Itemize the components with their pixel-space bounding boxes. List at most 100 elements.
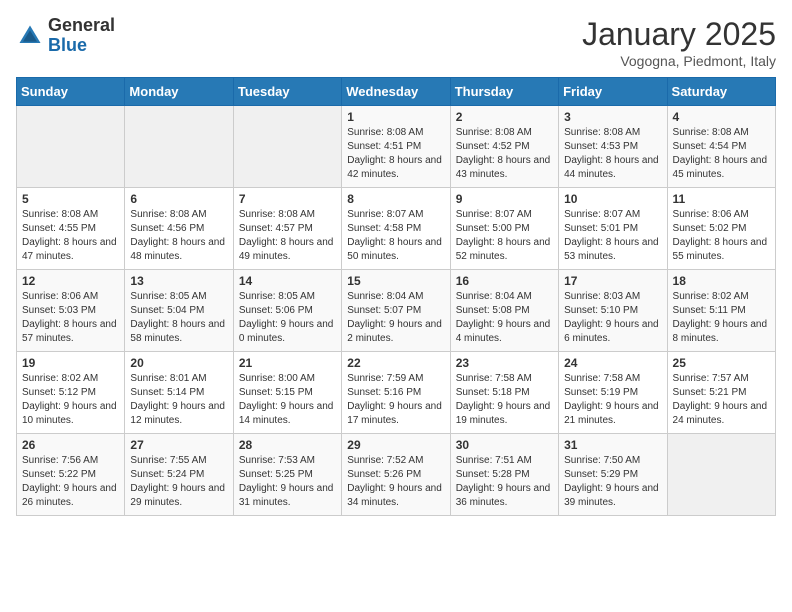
day-number: 9	[456, 192, 553, 206]
weekday-header: Wednesday	[342, 78, 450, 106]
day-info: Sunrise: 8:07 AM Sunset: 4:58 PM Dayligh…	[347, 208, 444, 264]
month-title: January 2025	[582, 16, 776, 53]
day-number: 1	[347, 110, 444, 124]
calendar-day-cell: 11 Sunrise: 8:06 AM Sunset: 5:02 PM Dayli…	[667, 188, 775, 270]
day-info: Sunrise: 8:08 AM Sunset: 4:55 PM Dayligh…	[22, 208, 119, 264]
day-info: Sunrise: 8:06 AM Sunset: 5:02 PM Dayligh…	[673, 208, 770, 264]
day-info: Sunrise: 8:08 AM Sunset: 4:52 PM Dayligh…	[456, 126, 553, 182]
day-info: Sunrise: 7:58 AM Sunset: 5:18 PM Dayligh…	[456, 372, 553, 428]
day-number: 30	[456, 438, 553, 452]
day-info: Sunrise: 8:08 AM Sunset: 4:57 PM Dayligh…	[239, 208, 336, 264]
day-info: Sunrise: 8:03 AM Sunset: 5:10 PM Dayligh…	[564, 290, 661, 346]
day-info: Sunrise: 8:06 AM Sunset: 5:03 PM Dayligh…	[22, 290, 119, 346]
calendar-week-row: 26 Sunrise: 7:56 AM Sunset: 5:22 PM Dayli…	[17, 434, 776, 516]
day-info: Sunrise: 8:04 AM Sunset: 5:07 PM Dayligh…	[347, 290, 444, 346]
calendar-day-cell: 28Sunrise: 7:53 AM Sunset: 5:25 PM Dayli…	[233, 434, 341, 516]
calendar-day-cell: 9 Sunrise: 8:07 AM Sunset: 5:00 PM Daylig…	[450, 188, 558, 270]
day-info: Sunrise: 8:02 AM Sunset: 5:12 PM Dayligh…	[22, 372, 119, 428]
calendar-day-cell: 19 Sunrise: 8:02 AM Sunset: 5:12 PM Dayli…	[17, 352, 125, 434]
day-number: 18	[673, 274, 770, 288]
day-info: Sunrise: 8:05 AM Sunset: 5:04 PM Dayligh…	[130, 290, 227, 346]
weekday-header: Sunday	[17, 78, 125, 106]
logo-text: General Blue	[48, 16, 115, 56]
location: Vogogna, Piedmont, Italy	[582, 53, 776, 69]
calendar-week-row: 19 Sunrise: 8:02 AM Sunset: 5:12 PM Dayli…	[17, 352, 776, 434]
calendar-day-cell: 31 Sunrise: 7:50 AM Sunset: 5:29 PM Dayli…	[559, 434, 667, 516]
calendar-week-row: 12Sunrise: 8:06 AM Sunset: 5:03 PM Dayli…	[17, 270, 776, 352]
day-number: 27	[130, 438, 227, 452]
calendar-day-cell: 25 Sunrise: 7:57 AM Sunset: 5:21 PM Dayli…	[667, 352, 775, 434]
day-number: 4	[673, 110, 770, 124]
page-header: General Blue January 2025 Vogogna, Piedm…	[16, 16, 776, 69]
calendar-day-cell	[125, 106, 233, 188]
calendar-day-cell	[17, 106, 125, 188]
day-number: 15	[347, 274, 444, 288]
day-info: Sunrise: 8:05 AM Sunset: 5:06 PM Dayligh…	[239, 290, 336, 346]
calendar-day-cell: 18 Sunrise: 8:02 AM Sunset: 5:11 PM Dayli…	[667, 270, 775, 352]
day-info: Sunrise: 7:57 AM Sunset: 5:21 PM Dayligh…	[673, 372, 770, 428]
day-info: Sunrise: 8:01 AM Sunset: 5:14 PM Dayligh…	[130, 372, 227, 428]
day-number: 17	[564, 274, 661, 288]
day-info: Sunrise: 7:50 AM Sunset: 5:29 PM Dayligh…	[564, 454, 661, 510]
title-block: January 2025 Vogogna, Piedmont, Italy	[582, 16, 776, 69]
calendar-day-cell: 30 Sunrise: 7:51 AM Sunset: 5:28 PM Dayli…	[450, 434, 558, 516]
calendar-day-cell: 27 Sunrise: 7:55 AM Sunset: 5:24 PM Dayli…	[125, 434, 233, 516]
weekday-header: Tuesday	[233, 78, 341, 106]
day-number: 29	[347, 438, 444, 452]
logo-general: General	[48, 15, 115, 35]
day-number: 5	[22, 192, 119, 206]
day-number: 28	[239, 438, 336, 452]
calendar-day-cell: 10Sunrise: 8:07 AM Sunset: 5:01 PM Dayli…	[559, 188, 667, 270]
day-info: Sunrise: 8:07 AM Sunset: 5:01 PM Dayligh…	[564, 208, 661, 264]
day-info: Sunrise: 8:08 AM Sunset: 4:51 PM Dayligh…	[347, 126, 444, 182]
day-number: 19	[22, 356, 119, 370]
calendar-day-cell: 26 Sunrise: 7:56 AM Sunset: 5:22 PM Dayli…	[17, 434, 125, 516]
day-info: Sunrise: 7:52 AM Sunset: 5:26 PM Dayligh…	[347, 454, 444, 510]
day-number: 2	[456, 110, 553, 124]
calendar-week-row: 1 Sunrise: 8:08 AM Sunset: 4:51 PM Daylig…	[17, 106, 776, 188]
weekday-header: Thursday	[450, 78, 558, 106]
day-number: 25	[673, 356, 770, 370]
calendar-table: SundayMondayTuesdayWednesdayThursdayFrid…	[16, 77, 776, 516]
day-info: Sunrise: 7:56 AM Sunset: 5:22 PM Dayligh…	[22, 454, 119, 510]
calendar-day-cell: 21 Sunrise: 8:00 AM Sunset: 5:15 PM Dayli…	[233, 352, 341, 434]
calendar-week-row: 5 Sunrise: 8:08 AM Sunset: 4:55 PM Daylig…	[17, 188, 776, 270]
logo-blue: Blue	[48, 35, 87, 55]
day-info: Sunrise: 8:08 AM Sunset: 4:53 PM Dayligh…	[564, 126, 661, 182]
day-number: 22	[347, 356, 444, 370]
weekday-header: Monday	[125, 78, 233, 106]
day-number: 3	[564, 110, 661, 124]
day-info: Sunrise: 8:07 AM Sunset: 5:00 PM Dayligh…	[456, 208, 553, 264]
calendar-day-cell: 22 Sunrise: 7:59 AM Sunset: 5:16 PM Dayli…	[342, 352, 450, 434]
logo-icon	[16, 22, 44, 50]
day-number: 16	[456, 274, 553, 288]
day-info: Sunrise: 7:59 AM Sunset: 5:16 PM Dayligh…	[347, 372, 444, 428]
calendar-day-cell: 12Sunrise: 8:06 AM Sunset: 5:03 PM Dayli…	[17, 270, 125, 352]
calendar-day-cell: 24 Sunrise: 7:58 AM Sunset: 5:19 PM Dayli…	[559, 352, 667, 434]
day-info: Sunrise: 8:04 AM Sunset: 5:08 PM Dayligh…	[456, 290, 553, 346]
day-info: Sunrise: 8:08 AM Sunset: 4:54 PM Dayligh…	[673, 126, 770, 182]
day-info: Sunrise: 8:08 AM Sunset: 4:56 PM Dayligh…	[130, 208, 227, 264]
calendar-day-cell: 5 Sunrise: 8:08 AM Sunset: 4:55 PM Daylig…	[17, 188, 125, 270]
day-info: Sunrise: 7:58 AM Sunset: 5:19 PM Dayligh…	[564, 372, 661, 428]
day-number: 31	[564, 438, 661, 452]
calendar-day-cell	[667, 434, 775, 516]
day-info: Sunrise: 7:55 AM Sunset: 5:24 PM Dayligh…	[130, 454, 227, 510]
day-number: 8	[347, 192, 444, 206]
calendar-day-cell: 6Sunrise: 8:08 AM Sunset: 4:56 PM Daylig…	[125, 188, 233, 270]
calendar-day-cell: 15 Sunrise: 8:04 AM Sunset: 5:07 PM Dayli…	[342, 270, 450, 352]
weekday-header: Saturday	[667, 78, 775, 106]
day-number: 21	[239, 356, 336, 370]
day-info: Sunrise: 7:51 AM Sunset: 5:28 PM Dayligh…	[456, 454, 553, 510]
day-number: 23	[456, 356, 553, 370]
calendar-day-cell: 2 Sunrise: 8:08 AM Sunset: 4:52 PM Daylig…	[450, 106, 558, 188]
calendar-day-cell	[233, 106, 341, 188]
day-number: 11	[673, 192, 770, 206]
day-number: 24	[564, 356, 661, 370]
day-info: Sunrise: 8:02 AM Sunset: 5:11 PM Dayligh…	[673, 290, 770, 346]
calendar-day-cell: 13 Sunrise: 8:05 AM Sunset: 5:04 PM Dayli…	[125, 270, 233, 352]
day-number: 13	[130, 274, 227, 288]
day-info: Sunrise: 8:00 AM Sunset: 5:15 PM Dayligh…	[239, 372, 336, 428]
calendar-day-cell: 7Sunrise: 8:08 AM Sunset: 4:57 PM Daylig…	[233, 188, 341, 270]
day-number: 26	[22, 438, 119, 452]
